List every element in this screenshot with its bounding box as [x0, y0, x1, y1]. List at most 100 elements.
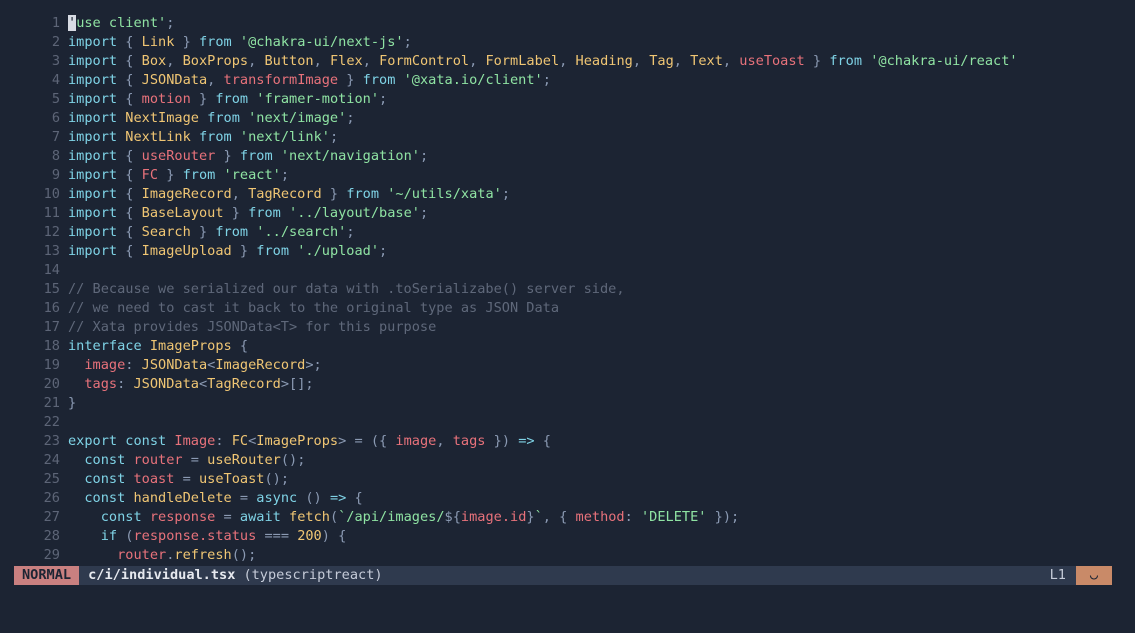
code-token: ;	[379, 91, 388, 107]
code-line[interactable]: 19 image: JSONData<ImageRecord>;	[0, 356, 1135, 375]
line-text: const toast = useToast();	[60, 470, 289, 489]
line-text: // Xata provides JSONData<T> for this pu…	[60, 318, 436, 337]
code-token: import	[68, 167, 118, 183]
code-line[interactable]: 7 import NextLink from 'next/link';	[0, 128, 1135, 147]
code-line[interactable]: 18 interface ImageProps {	[0, 337, 1135, 356]
code-token: =	[174, 471, 199, 487]
code-token: :	[624, 509, 641, 525]
code-line[interactable]: 2 import { Link } from '@chakra-ui/next-j…	[0, 33, 1135, 52]
code-line[interactable]: 4 import { JSONData, transformImage } fro…	[0, 71, 1135, 90]
code-token: BoxProps	[182, 53, 249, 69]
code-token: }	[158, 167, 183, 183]
code-token: ) {	[321, 528, 347, 544]
code-line[interactable]: 1'use client';	[0, 14, 1135, 33]
code-line[interactable]: 23 export const Image: FC<ImageProps> = (…	[0, 432, 1135, 451]
code-token: 200	[297, 528, 322, 544]
code-line[interactable]: 12 import { Search } from '../search';	[0, 223, 1135, 242]
code-line[interactable]: 22	[0, 413, 1135, 432]
code-token: `	[534, 509, 543, 525]
code-line[interactable]: 15 // Because we serialized our data with…	[0, 280, 1135, 299]
code-token: import	[68, 186, 118, 202]
code-line[interactable]: 13 import { ImageUpload } from './upload'…	[0, 242, 1135, 261]
code-line[interactable]: 11 import { BaseLayout } from '../layout/…	[0, 204, 1135, 223]
line-text: const router = useRouter();	[60, 451, 305, 470]
code-token: :	[215, 433, 232, 449]
code-token: from	[198, 129, 232, 145]
code-token: ===	[256, 528, 298, 544]
code-token: }	[321, 186, 347, 202]
code-editor[interactable]: 1'use client'; 2 import { Link } from '@ch…	[0, 0, 1135, 633]
code-line[interactable]: 5 import { motion } from 'framer-motion';	[0, 90, 1135, 109]
code-token: if	[100, 528, 118, 544]
code-line[interactable]: 8 import { useRouter } from 'next/navigat…	[0, 147, 1135, 166]
code-token: {	[117, 224, 142, 240]
code-token: }	[338, 72, 363, 88]
code-line[interactable]: 25 const toast = useToast();	[0, 470, 1135, 489]
code-token: import	[68, 53, 118, 69]
code-line[interactable]: 24 const router = useRouter();	[0, 451, 1135, 470]
code-token: })	[485, 433, 519, 449]
code-token: const	[84, 490, 126, 506]
code-token: ;	[542, 72, 551, 88]
code-token: (	[117, 528, 134, 544]
code-line[interactable]: 27 const response = await fetch(`/api/im…	[0, 508, 1135, 527]
code-token: 'next/image'	[248, 110, 347, 126]
code-token: {	[117, 34, 142, 50]
code-line[interactable]: 28 if (response.status === 200) {	[0, 527, 1135, 546]
code-token: tags	[84, 376, 118, 392]
code-token: Tag	[649, 53, 674, 69]
code-token: const	[84, 471, 126, 487]
code-line[interactable]: 14	[0, 261, 1135, 280]
code-token: {	[117, 167, 142, 183]
line-text: interface ImageProps {	[60, 337, 248, 356]
code-line[interactable]: 20 tags: JSONData<TagRecord>[];	[0, 375, 1135, 394]
code-token: // we need to cast it back to the origin…	[68, 300, 560, 316]
code-token: import	[68, 91, 118, 107]
code-line[interactable]: 3 import { Box, BoxProps, Button, Flex, F…	[0, 52, 1135, 71]
code-line[interactable]: 6 import NextImage from 'next/image';	[0, 109, 1135, 128]
line-text: import { ImageRecord, TagRecord } from '…	[60, 185, 510, 204]
code-token: JSONData	[133, 376, 199, 392]
code-line[interactable]: 10 import { ImageRecord, TagRecord } from…	[0, 185, 1135, 204]
code-token: from	[239, 148, 273, 164]
code-token: ,	[673, 53, 691, 69]
code-token: `/api/images/	[338, 509, 445, 525]
code-line[interactable]: 26 const handleDelete = async () => {	[0, 489, 1135, 508]
code-token: }	[190, 91, 216, 107]
code-token: TagRecord	[207, 376, 281, 392]
code-token: from	[248, 205, 281, 221]
code-line[interactable]: 21}	[0, 394, 1135, 413]
code-token: Search	[141, 224, 191, 240]
code-token: ,	[166, 53, 183, 69]
code-token: {	[117, 72, 142, 88]
code-token: '@chakra-ui/react'	[870, 53, 1018, 69]
code-line[interactable]: 16 // we need to cast it back to the orig…	[0, 299, 1135, 318]
code-token: ,	[231, 186, 249, 202]
code-token: :	[125, 357, 142, 373]
code-token: >[];	[280, 376, 314, 392]
code-token: useRouter	[141, 148, 216, 164]
code-token: from	[207, 110, 240, 126]
code-token: ,	[436, 433, 453, 449]
code-line[interactable]: 29 router.refresh();	[0, 546, 1135, 565]
code-area[interactable]: 1'use client'; 2 import { Link } from '@ch…	[0, 14, 1135, 566]
code-token: from	[215, 91, 249, 107]
line-number: 9	[51, 167, 60, 183]
line-number: 24	[43, 452, 60, 468]
code-token: ;	[346, 110, 355, 126]
line-number: 23	[43, 433, 60, 449]
code-token: toast	[133, 471, 175, 487]
code-line[interactable]: 17 // Xata provides JSONData<T> for this …	[0, 318, 1135, 337]
code-line[interactable]: 9 import { FC } from 'react';	[0, 166, 1135, 185]
